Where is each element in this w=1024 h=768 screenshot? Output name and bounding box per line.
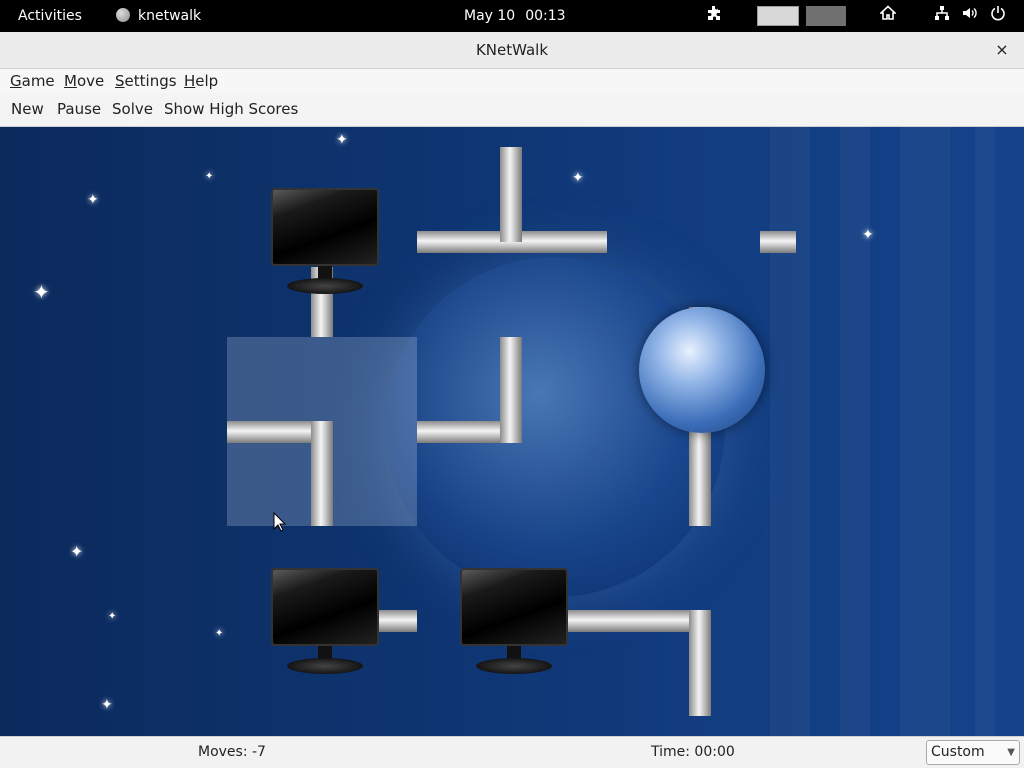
window-titlebar[interactable]: KNetWalk × [0,32,1024,69]
computer-terminal-icon[interactable] [460,568,568,676]
activities-button[interactable]: Activities [18,0,82,32]
monitor-screen [460,568,568,646]
menu-settings-rest: ettings [124,72,177,90]
solve-button[interactable]: Solve [112,93,153,126]
menu-bar: Game Move Settings Help [0,69,1024,93]
pipe-segment [500,337,522,443]
workspace-1-thumbnail[interactable] [757,6,799,26]
computer-terminal-icon[interactable] [271,188,379,296]
star-decoration: ✦ [87,192,99,208]
star-decoration: ✦ [862,227,874,243]
new-game-button[interactable]: New [11,93,44,126]
power-icon[interactable] [990,0,1006,32]
menu-game-rest: ame [21,72,55,90]
difficulty-select[interactable]: Custom ▼ [926,740,1020,765]
elapsed-time: Time: 00:00 [651,744,735,760]
star-decoration: ✦ [101,697,113,713]
moves-counter: Moves: -7 [198,744,266,760]
background-stripe [770,127,810,736]
pipe-segment [311,421,333,526]
menu-move[interactable]: Move [62,69,106,93]
background-stripe [975,127,995,736]
monitor-base [476,658,552,674]
gnome-top-bar: Activities knetwalk May 10 00:13 [0,0,1024,32]
pause-button[interactable]: Pause [57,93,101,126]
high-scores-button[interactable]: Show High Scores [164,93,298,126]
pipe-segment [689,610,711,716]
monitor-base [287,278,363,294]
home-icon[interactable] [878,0,898,32]
menu-help-rest: elp [195,72,219,90]
monitor-base [287,658,363,674]
menu-game[interactable]: Game [8,69,57,93]
computer-terminal-icon[interactable] [271,568,379,676]
game-board[interactable]: ✦ ✦ ✦ ✦ ✦ ✦ ✦ ✦ ✦ ✦ [0,127,1024,736]
star-decoration: ✦ [108,611,117,622]
close-window-button[interactable]: × [990,38,1014,62]
app-menu-button[interactable]: knetwalk [116,0,201,32]
knetwalk-app-icon [116,8,130,22]
star-decoration: ✦ [70,542,84,561]
clock-time: 00:13 [525,8,566,24]
clock-date: May 10 [464,8,516,24]
pipe-segment [500,147,522,242]
background-stripe [840,127,870,736]
toolbar: New Pause Solve Show High Scores [0,93,1024,127]
volume-icon[interactable] [962,0,978,32]
difficulty-value: Custom [931,744,985,760]
star-decoration: ✦ [572,170,584,186]
star-decoration: ✦ [205,171,214,182]
app-menu-label: knetwalk [138,8,202,24]
menu-settings[interactable]: Settings [113,69,179,93]
background-stripe [900,127,950,736]
pipe-segment [760,231,796,253]
star-decoration: ✦ [33,280,50,304]
window-title: KNetWalk [475,41,549,59]
monitor-screen [271,568,379,646]
workspace-2-thumbnail[interactable] [806,6,846,26]
chevron-down-icon: ▼ [1007,747,1015,758]
star-decoration: ✦ [215,628,224,639]
clock-button[interactable]: May 10 00:13 [464,0,566,32]
network-icon[interactable] [934,0,950,32]
server-globe-icon[interactable] [639,307,765,433]
monitor-screen [271,188,379,266]
extensions-icon[interactable] [706,0,722,32]
star-decoration: ✦ [336,132,348,148]
status-bar: Moves: -7 Time: 00:00 Custom ▼ [0,736,1024,768]
menu-help[interactable]: Help [182,69,220,93]
menu-move-rest: ove [76,72,105,90]
